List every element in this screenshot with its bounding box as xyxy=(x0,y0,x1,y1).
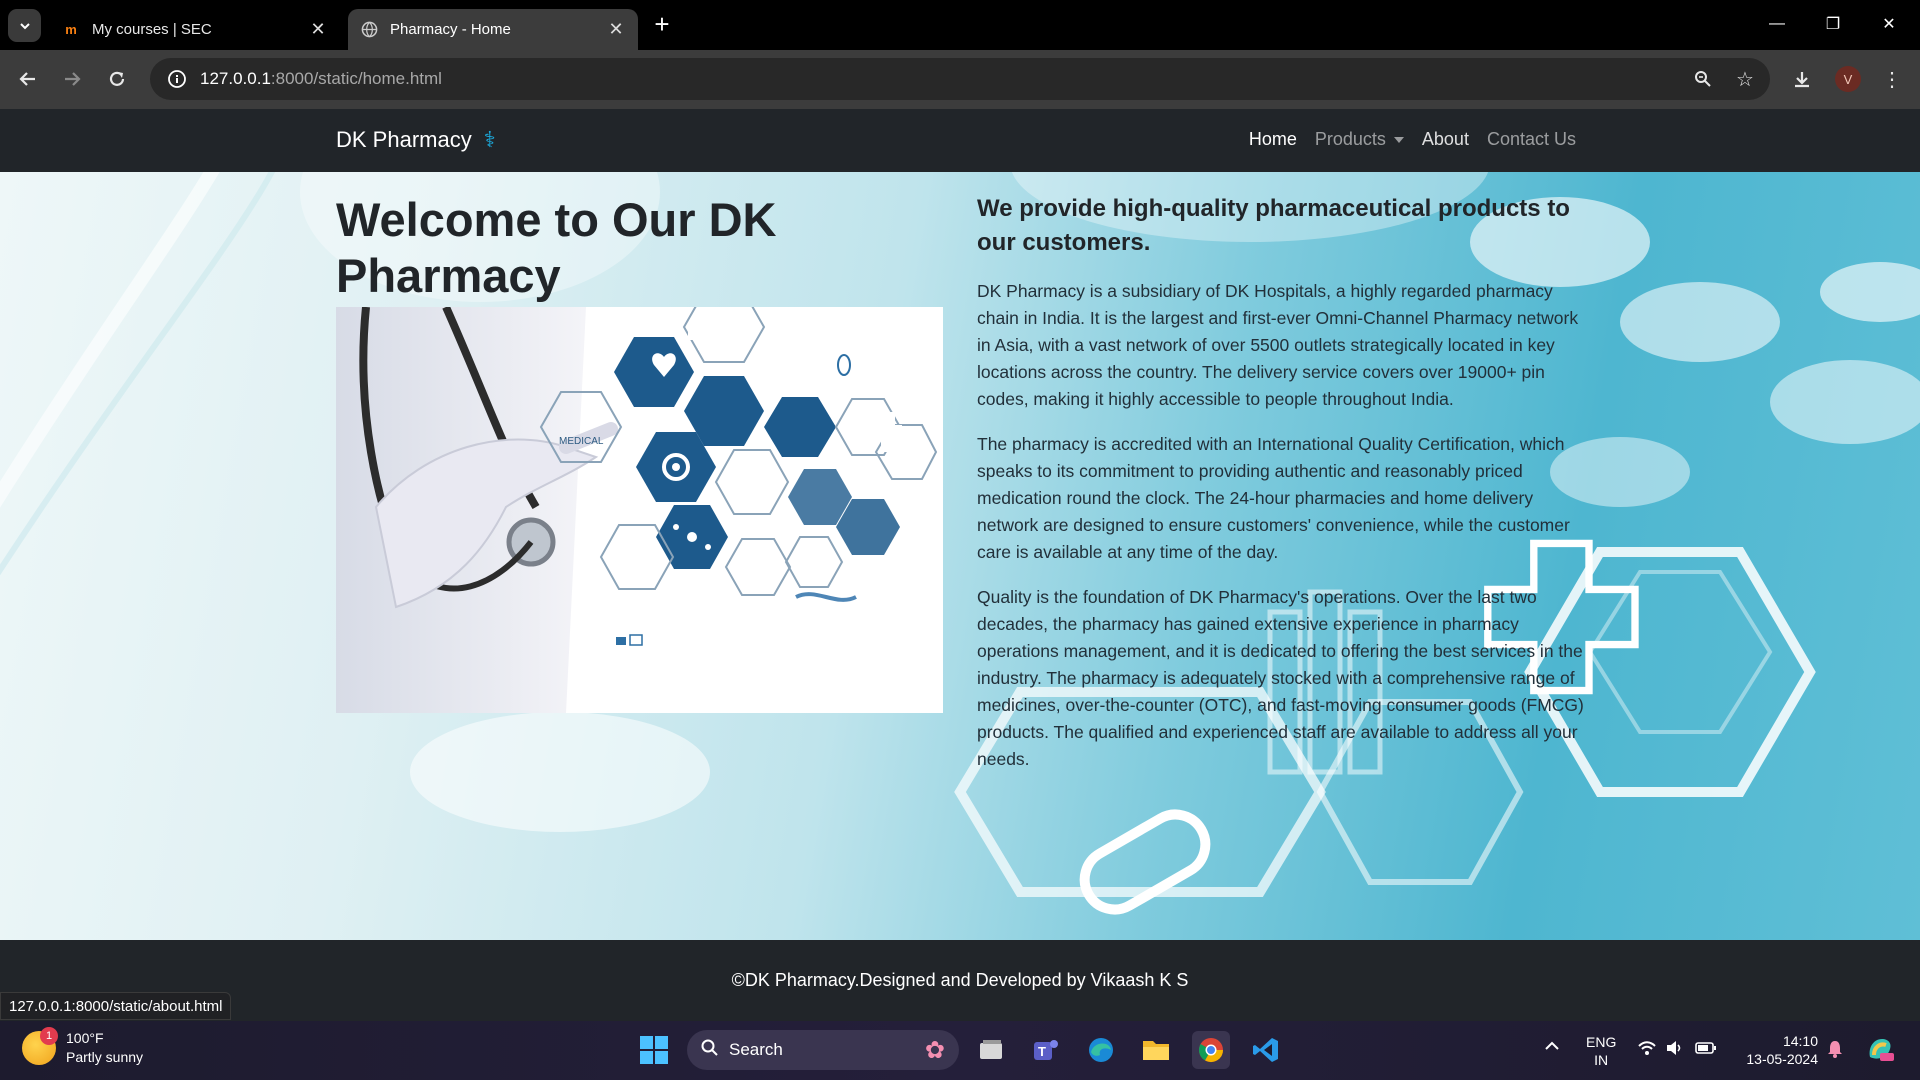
browser-toolbar: 127.0.0.1:8000/static/home.html ☆ ⋮ xyxy=(0,50,1920,109)
arrow-right-icon xyxy=(65,72,81,86)
bookmark-star-icon[interactable]: ☆ xyxy=(1732,66,1758,92)
footer-text: ©DK Pharmacy.Designed and Developed by V… xyxy=(731,970,1189,990)
brand-name: DK Pharmacy xyxy=(336,127,472,152)
content-paragraph: DK Pharmacy is a subsidiary of DK Hospit… xyxy=(977,281,1579,409)
tab-pharmacy-home[interactable]: Pharmacy - Home ✕ xyxy=(348,9,638,50)
weather-widget[interactable]: 1 100°F Partly sunny xyxy=(22,1027,144,1067)
taskbar-search[interactable]: Search ✿ xyxy=(687,1030,959,1070)
reload-icon xyxy=(109,71,125,86)
download-icon[interactable] xyxy=(1786,63,1818,95)
lotus-icon: ✿ xyxy=(924,1036,945,1064)
partly-sunny-icon: 1 xyxy=(22,1027,58,1065)
svg-text:T: T xyxy=(1038,1044,1046,1059)
address-bar[interactable]: 127.0.0.1:8000/static/home.html ☆ xyxy=(150,58,1770,100)
volume-icon[interactable] xyxy=(1665,1040,1683,1059)
task-view-icon[interactable] xyxy=(972,1031,1010,1069)
nav-contact[interactable]: Contact Us xyxy=(1487,129,1576,150)
nav-products-dropdown[interactable]: Products xyxy=(1315,129,1404,150)
teams-icon[interactable]: T xyxy=(1027,1031,1065,1069)
windows-logo-icon xyxy=(640,1036,668,1064)
reload-button[interactable] xyxy=(101,63,133,95)
clock-time: 14:10 xyxy=(1782,1033,1818,1049)
restore-button[interactable]: ❐ xyxy=(1810,6,1856,42)
tab-strip: m My courses | SEC ✕ Pharmacy - Home ✕ +… xyxy=(0,0,1920,50)
tab-title: Pharmacy - Home xyxy=(390,21,511,38)
nav-links: Home Products About Contact Us xyxy=(1249,129,1576,150)
medical-label: MEDICAL xyxy=(559,436,604,447)
tab-my-courses[interactable]: m My courses | SEC ✕ xyxy=(50,9,340,50)
chrome-icon[interactable] xyxy=(1192,1031,1230,1069)
edge-icon[interactable] xyxy=(1082,1031,1120,1069)
url-text: 127.0.0.1:8000/static/home.html xyxy=(200,69,442,89)
hero-section: Welcome to Our DK Pharmacy MEDICAL We pr… xyxy=(0,172,1920,940)
nav-home[interactable]: Home xyxy=(1249,129,1297,150)
region-code: IN xyxy=(1594,1052,1609,1068)
brand[interactable]: DK Pharmacy ⚕ xyxy=(336,127,496,153)
weather-temp: 100°F xyxy=(66,1030,104,1046)
content-paragraph: Quality is the foundation of DK Pharmacy… xyxy=(977,587,1584,769)
caduceus-icon: ⚕ xyxy=(483,127,496,152)
weather-desc: Partly sunny xyxy=(66,1049,144,1065)
nav-products-label: Products xyxy=(1314,129,1386,149)
content-paragraph: The pharmacy is accredited with an Inter… xyxy=(977,434,1570,562)
forward-button[interactable] xyxy=(56,63,88,95)
tab-title: My courses | SEC xyxy=(92,21,212,38)
link-hover-status: 127.0.0.1:8000/static/about.html xyxy=(0,992,232,1020)
file-explorer-icon[interactable] xyxy=(1137,1031,1175,1069)
close-window-button[interactable]: ✕ xyxy=(1866,6,1912,42)
pharmacy-background-illustration xyxy=(0,172,1920,915)
wifi-icon[interactable] xyxy=(1637,1040,1657,1059)
clock-date: 13-05-2024 xyxy=(1746,1051,1818,1067)
zoom-icon[interactable] xyxy=(1690,66,1716,92)
menu-kebab-icon[interactable]: ⋮ xyxy=(1876,63,1908,95)
url-host: 127.0.0.1 xyxy=(200,69,271,88)
tab-search-button[interactable] xyxy=(8,9,41,42)
taskbar: 1 100°F Partly sunny Search ✿ T ENG IN 1… xyxy=(0,1021,1920,1080)
globe-icon xyxy=(360,21,378,39)
caret-down-icon xyxy=(1393,136,1404,143)
notification-bell-icon[interactable] xyxy=(1826,1039,1844,1062)
site-footer: ©DK Pharmacy.Designed and Developed by V… xyxy=(0,940,1920,1021)
tray-overflow-icon[interactable] xyxy=(1544,1039,1560,1055)
back-button[interactable] xyxy=(12,63,44,95)
copilot-icon[interactable] xyxy=(1864,1033,1896,1068)
site-info-icon[interactable] xyxy=(156,58,198,100)
close-icon[interactable]: ✕ xyxy=(606,19,626,40)
url-path: :8000/static/home.html xyxy=(270,69,442,88)
notification-badge: 1 xyxy=(40,1027,58,1045)
minimize-button[interactable]: — xyxy=(1754,6,1800,42)
search-label: Search xyxy=(729,1040,783,1059)
moodle-icon: m xyxy=(65,22,77,37)
content-subheading: We provide high-quality pharmaceutical p… xyxy=(977,195,1570,256)
lang-code: ENG xyxy=(1586,1034,1617,1050)
new-tab-button[interactable]: + xyxy=(650,10,674,40)
language-indicator[interactable]: ENG IN xyxy=(1586,1033,1616,1069)
about-content: We provide high-quality pharmaceutical p… xyxy=(977,192,1587,791)
hero-heading: Welcome to Our DK Pharmacy xyxy=(336,193,777,302)
vscode-icon[interactable] xyxy=(1247,1031,1285,1069)
chevron-down-icon xyxy=(19,22,30,29)
battery-icon[interactable] xyxy=(1695,1041,1717,1058)
medical-doctor-image: MEDICAL xyxy=(336,307,943,713)
search-icon xyxy=(701,1039,719,1062)
clock[interactable]: 14:10 13-05-2024 xyxy=(1740,1032,1818,1068)
arrow-left-icon xyxy=(19,72,35,86)
close-icon[interactable]: ✕ xyxy=(308,19,328,40)
start-button[interactable] xyxy=(635,1031,673,1069)
site-navbar: DK Pharmacy ⚕ Home Products About Contac… xyxy=(0,109,1920,172)
nav-about[interactable]: About xyxy=(1422,129,1469,150)
page-viewport: DK Pharmacy ⚕ Home Products About Contac… xyxy=(0,109,1920,1021)
profile-avatar[interactable]: V xyxy=(1835,66,1861,92)
